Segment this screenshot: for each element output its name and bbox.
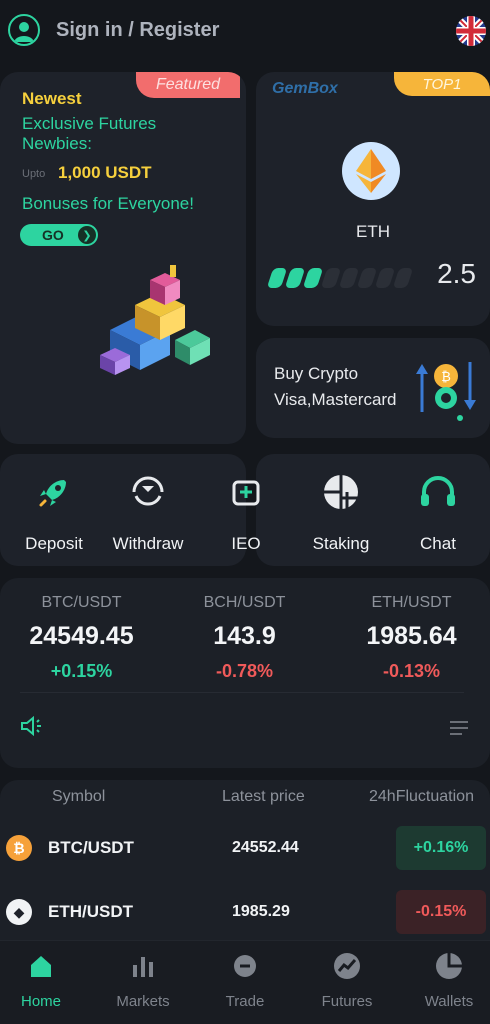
progress-segment [320, 268, 342, 288]
quick-actions: Deposit Withdraw IEO Staking Chat [0, 454, 490, 566]
progress-segment [338, 268, 360, 288]
market-price: 1985.29 [232, 903, 290, 920]
ticker-pair: ETH/USDT [371, 594, 452, 611]
ticker-change: -0.13% [382, 661, 441, 681]
staking-action[interactable]: Staking [291, 472, 391, 554]
nav-futures-label: Futures [321, 993, 373, 1010]
nav-home-label: Home [20, 993, 61, 1010]
featured-badge: Featured [136, 72, 240, 98]
top1-badge: TOP1 [394, 72, 490, 96]
rocket-icon [34, 472, 74, 512]
market-row[interactable]: ◆ ETH/USDT 1985.29 -0.15% [0, 888, 490, 936]
gembox-value: 2.5 [437, 258, 476, 289]
promo-line-2: Newbies: [22, 134, 92, 153]
bottom-navigation: Home Markets Trade Futures Wallets [0, 940, 490, 1024]
user-avatar-icon[interactable] [8, 14, 40, 46]
ethereum-icon [342, 142, 400, 200]
symbol-header: Symbol [52, 788, 106, 805]
progress-segment [266, 268, 288, 288]
ticker-pair: BCH/USDT [203, 594, 286, 611]
promo-line-1: Exclusive Futures [22, 114, 157, 133]
ticker-price: 1985.64 [366, 622, 457, 650]
nav-trade-label: Trade [225, 993, 265, 1010]
market-change: +0.16% [396, 826, 486, 870]
price-header: Latest price [222, 788, 305, 805]
sign-in-register-link[interactable]: Sign in / Register [56, 19, 219, 42]
ticker-divider [20, 692, 464, 693]
svg-text:₿: ₿ [441, 370, 451, 385]
bar-chart-icon [128, 951, 158, 981]
futures-icon [332, 951, 362, 981]
progress-segment [374, 268, 396, 288]
promo-newest: Newest [22, 89, 82, 108]
nav-markets-label: Markets [116, 993, 170, 1010]
staking-icon [321, 472, 361, 512]
nav-markets[interactable]: Markets [94, 951, 192, 1010]
nav-wallets-label: Wallets [424, 993, 474, 1010]
ticker-pair: BTC/USDT [41, 594, 122, 611]
ticker-change: +0.15% [50, 661, 113, 681]
chat-label: Chat [420, 534, 456, 553]
ieo-action[interactable]: IEO [196, 472, 296, 554]
progress-segment [284, 268, 306, 288]
staking-label: Staking [312, 534, 370, 553]
market-symbol: BTC/USDT [48, 838, 134, 857]
market-price: 24552.44 [232, 839, 299, 856]
ticker-bch[interactable]: BCH/USDT 143.9 -0.78% [163, 594, 326, 682]
market-row[interactable]: ₿ BTC/USDT 24552.44 +0.16% [0, 824, 490, 872]
chat-action[interactable]: Chat [388, 472, 488, 554]
bitcoin-icon: ₿ [6, 835, 32, 861]
gembox-label: GemBox [272, 80, 338, 97]
progress-segment [356, 268, 378, 288]
menu-icon[interactable] [448, 720, 470, 736]
promo-upto-amount: 1,000 USDT [58, 163, 152, 182]
app-header: Sign in / Register [0, 0, 490, 60]
headset-icon [418, 472, 458, 512]
nav-wallets[interactable]: Wallets [400, 951, 490, 1010]
go-label: GO [42, 227, 64, 243]
trade-icon [230, 951, 260, 981]
buy-crypto-methods: Visa,Mastercard [274, 390, 397, 409]
ticker-price: 24549.45 [29, 622, 134, 650]
gembox-coin-name: ETH [356, 222, 390, 241]
gembox-progress-bar [266, 268, 414, 288]
featured-promo-card[interactable]: Featured Newest Exclusive Futures Newbie… [0, 72, 246, 444]
ticker-price: 143.9 [213, 622, 276, 650]
nav-home[interactable]: Home [0, 951, 90, 1010]
home-icon [26, 951, 56, 981]
speaker-icon[interactable] [20, 716, 44, 736]
go-button[interactable]: GO ❯ [20, 224, 98, 246]
change-header: 24hFluctuation [369, 788, 474, 805]
promo-upto-label: Upto [22, 168, 46, 180]
market-change: -0.15% [396, 890, 486, 934]
ticker-change: -0.78% [215, 661, 274, 681]
nav-futures[interactable]: Futures [298, 951, 396, 1010]
price-ticker-card: BTC/USDT 24549.45 +0.15% BCH/USDT 143.9 … [0, 578, 490, 768]
chevron-right-icon: ❯ [78, 226, 96, 244]
ticker-btc[interactable]: BTC/USDT 24549.45 +0.15% [0, 594, 163, 682]
ethereum-coin-icon: ◆ [6, 899, 32, 925]
nav-trade[interactable]: Trade [196, 951, 294, 1010]
progress-segment [392, 268, 414, 288]
buy-crypto-card[interactable]: Buy Crypto Visa,Mastercard ₿ [256, 338, 490, 438]
isometric-city-illustration [100, 265, 210, 375]
promo-bonus-text: Bonuses for Everyone! [22, 194, 194, 213]
ieo-label: IEO [231, 534, 261, 553]
deposit-label: Deposit [25, 534, 83, 553]
coin-exchange-icon: ₿ [416, 362, 476, 421]
ticker-eth[interactable]: ETH/USDT 1985.64 -0.13% [330, 594, 490, 682]
progress-segment [302, 268, 324, 288]
buy-crypto-title: Buy Crypto [274, 364, 359, 383]
withdraw-icon [128, 472, 168, 512]
gembox-card[interactable]: GemBox TOP1 ETH 2.5 [256, 72, 490, 326]
deposit-action[interactable]: Deposit [4, 472, 104, 554]
uk-flag-icon[interactable] [456, 16, 486, 46]
wallet-icon [434, 951, 464, 981]
withdraw-action[interactable]: Withdraw [98, 472, 198, 554]
withdraw-label: Withdraw [112, 534, 184, 553]
ieo-icon [226, 472, 266, 512]
market-symbol: ETH/USDT [48, 902, 133, 921]
